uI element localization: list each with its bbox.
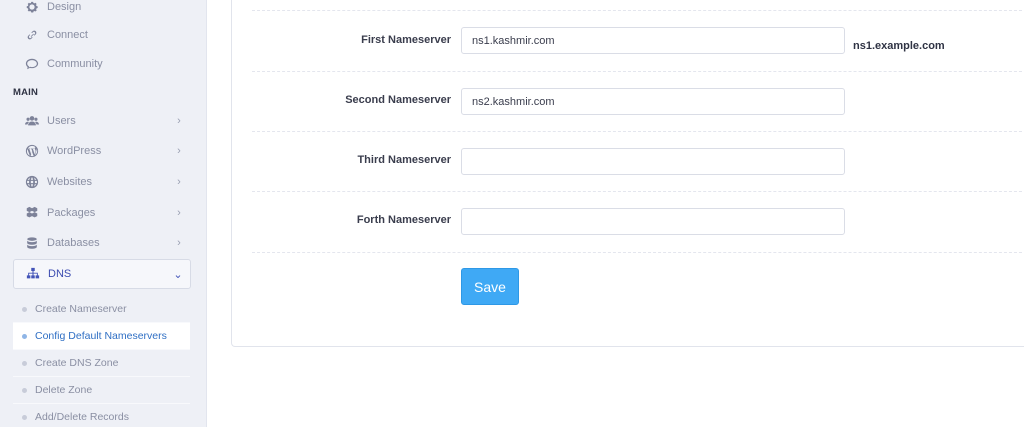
wordpress-icon [21,143,43,159]
link-icon [21,27,43,43]
submenu-item-label: Create Nameserver [35,303,127,315]
submenu-item-config-default-nameservers[interactable]: Config Default Nameservers [13,323,190,350]
row-divider [252,131,1024,132]
chevron-right-icon: › [177,176,181,188]
sidebar-item-connect[interactable]: Connect [13,21,191,49]
gear-icon [21,0,43,15]
fourth-nameserver-label: Forth Nameserver [356,214,451,226]
bullet-icon [22,333,27,339]
submenu-item-label: Delete Zone [35,384,93,396]
submenu-item-delete-zone[interactable]: Delete Zone [13,377,190,404]
sidebar-item-dns[interactable]: DNS ⌄ [13,259,191,289]
row-divider [252,191,1024,192]
sidebar-item-label: Design [47,1,82,13]
sidebar: Design Connect Community MAIN Users › Wo… [0,0,207,427]
row-divider [252,10,1024,11]
sidebar-item-label: Websites [47,176,93,188]
sidebar-section-title: MAIN [13,87,39,98]
sidebar-item-packages[interactable]: Packages › [13,199,191,227]
submenu-item-label: Add/Delete Records [35,411,129,423]
users-icon [21,113,43,129]
fourth-nameserver-input[interactable] [461,208,845,235]
bullet-icon [22,387,27,393]
sidebar-item-label: WordPress [47,145,102,157]
sidebar-item-label: Packages [47,207,96,219]
third-nameserver-label: Third Nameserver [357,154,451,166]
second-nameserver-label: Second Nameserver [345,94,451,106]
second-nameserver-input[interactable] [461,88,845,115]
bullet-icon [22,414,27,420]
submenu-item-create-dns-zone[interactable]: Create DNS Zone [13,350,190,377]
sidebar-item-design[interactable]: Design [13,0,191,21]
row-divider [252,71,1024,72]
first-nameserver-hint: ns1.example.com [853,40,945,52]
sidebar-item-wordpress[interactable]: WordPress › [13,137,191,165]
sidebar-item-community[interactable]: Community [13,50,191,78]
chevron-right-icon: › [177,145,181,157]
first-nameserver-input[interactable] [461,27,845,54]
third-nameserver-input[interactable] [461,148,845,175]
sidebar-item-label: Connect [47,29,88,41]
submenu-item-label: Config Default Nameservers [35,330,167,342]
bullet-icon [22,306,27,312]
sidebar-item-label: Databases [47,237,100,249]
chevron-right-icon: › [177,115,181,127]
cubes-icon [21,205,43,221]
sidebar-item-label: Community [47,58,103,70]
sidebar-item-label: Users [47,115,76,127]
dns-submenu: Create Nameserver Config Default Nameser… [13,296,190,427]
nameserver-form-panel: First Nameserver ns1.example.com Second … [231,0,1024,347]
sidebar-item-websites[interactable]: Websites › [13,168,191,196]
sidebar-item-label: DNS [48,268,72,280]
globe-icon [21,174,43,190]
sidebar-item-databases[interactable]: Databases › [13,229,191,257]
row-divider [252,252,1024,253]
submenu-item-label: Create DNS Zone [35,357,119,369]
sidebar-item-users[interactable]: Users › [13,107,191,135]
sitemap-icon [22,266,44,282]
submenu-item-create-nameserver[interactable]: Create Nameserver [13,296,190,323]
chevron-right-icon: › [177,237,181,249]
first-nameserver-label: First Nameserver [361,34,451,46]
database-icon [21,235,43,251]
chevron-right-icon: › [177,207,181,219]
chevron-down-icon: ⌄ [173,268,183,281]
bullet-icon [22,360,27,366]
comments-icon [21,56,43,72]
submenu-item-add-delete-records[interactable]: Add/Delete Records [13,404,190,427]
save-button[interactable]: Save [461,268,519,305]
